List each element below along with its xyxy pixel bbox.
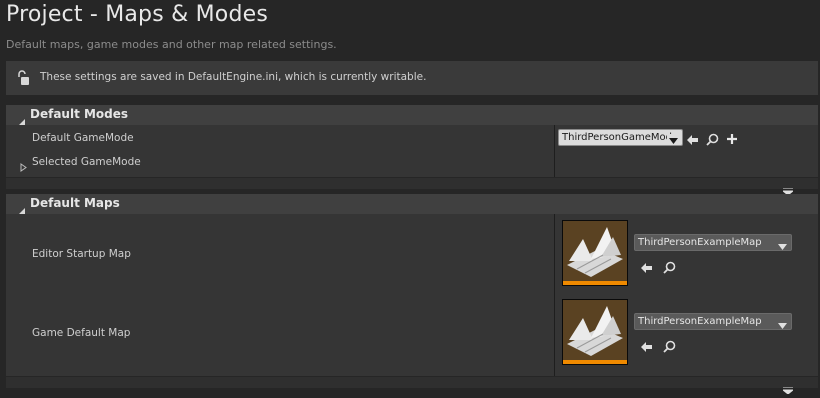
editor-startup-map-combo[interactable]: ThirdPersonExampleMap [634, 234, 792, 251]
chevron-down-icon [781, 379, 795, 398]
page-subtitle: Default maps, game modes and other map r… [6, 38, 337, 51]
thumbnail-accent-bar [563, 281, 627, 285]
default-maps-advanced-expander[interactable] [6, 377, 818, 395]
game-default-map-thumbnail[interactable] [562, 299, 628, 365]
add-icon[interactable] [726, 130, 738, 149]
chevron-down-icon [778, 319, 787, 329]
use-selected-arrow-icon[interactable] [686, 131, 699, 150]
game-default-map-value: ThirdPersonExampleMap [638, 316, 762, 327]
page-title: Project - Maps & Modes [6, 2, 269, 27]
section-title: Default Maps [30, 196, 120, 210]
settings-notice: These settings are saved in DefaultEngin… [6, 61, 818, 95]
search-icon[interactable] [663, 338, 676, 357]
search-icon[interactable] [663, 259, 676, 278]
default-modes-body: Default GameMode Selected GameMode Third… [6, 125, 818, 177]
chevron-down-icon [667, 134, 678, 145]
default-gamemode-label: Default GameMode [32, 132, 134, 144]
search-icon[interactable] [706, 131, 719, 150]
thumbnail-accent-bar [563, 360, 627, 364]
game-default-map-label: Game Default Map [32, 327, 131, 339]
game-default-map-combo[interactable]: ThirdPersonExampleMap [634, 313, 792, 330]
editor-startup-map-thumbnail[interactable] [562, 220, 628, 286]
default-maps-header[interactable]: Default Maps [6, 194, 818, 214]
default-maps-body: Editor Startup Map ThirdPersonExampleMap… [6, 214, 818, 376]
default-modes-advanced-expander[interactable] [6, 178, 818, 196]
section-title: Default Modes [30, 107, 129, 121]
chevron-down-icon [778, 240, 787, 250]
column-divider [554, 214, 555, 376]
gamemode-combo[interactable]: ThirdPersonGameMode [558, 129, 683, 146]
use-selected-arrow-icon[interactable] [640, 338, 653, 357]
selected-gamemode-label[interactable]: Selected GameMode [32, 156, 141, 168]
editor-startup-map-label: Editor Startup Map [32, 248, 131, 260]
editor-startup-map-value: ThirdPersonExampleMap [638, 237, 762, 248]
use-selected-arrow-icon[interactable] [640, 259, 653, 278]
column-divider [554, 125, 555, 177]
default-modes-header[interactable]: Default Modes [6, 105, 818, 125]
unlocked-lock-icon [16, 70, 30, 90]
notice-text: These settings are saved in DefaultEngin… [40, 71, 427, 83]
expand-arrow-icon[interactable] [20, 157, 27, 176]
gamemode-value: ThirdPersonGameMode [562, 132, 679, 143]
